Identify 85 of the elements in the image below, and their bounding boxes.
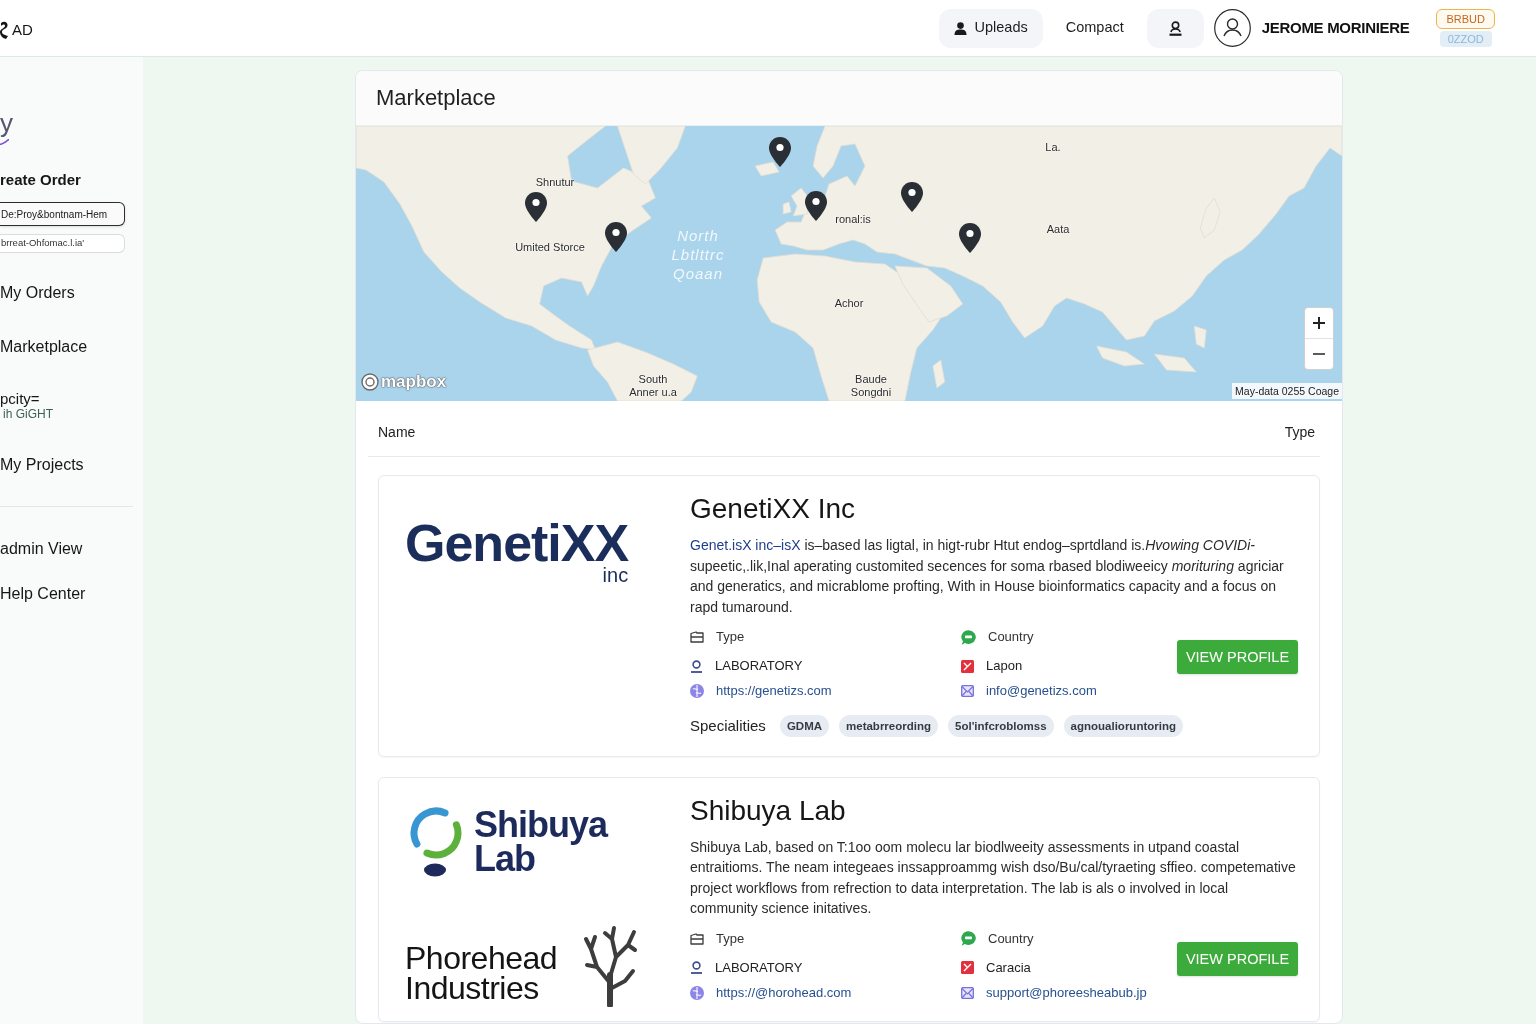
- mail-icon: [961, 685, 974, 697]
- place-label: Achor: [834, 297, 864, 310]
- plus-icon: [1313, 317, 1325, 329]
- compact-link[interactable]: Compact: [1065, 17, 1124, 39]
- country-label: Country: [988, 628, 1034, 647]
- website-link[interactable]: https://@horohead.com: [716, 982, 852, 1003]
- place-label: La.: [1045, 141, 1061, 154]
- type-value: LABORATORY: [715, 958, 803, 977]
- place-label: Baude Songdni: [850, 373, 892, 399]
- logo-text: Shibuya Lab: [474, 804, 608, 876]
- logo-icon: [0, 20, 9, 39]
- flag-icon: [961, 659, 974, 673]
- toolbar-button[interactable]: Upleads: [938, 8, 1043, 48]
- brand-name: AD: [12, 20, 33, 39]
- country-label: Country: [988, 929, 1034, 948]
- landmass: [1154, 353, 1197, 373]
- status-badge: BRBUD: [1436, 9, 1495, 29]
- column-header: Type: [1284, 423, 1315, 442]
- map-pin-icon[interactable]: [959, 223, 981, 253]
- branch-icon: [583, 924, 639, 1007]
- speciality-tag: agnoualioruntoring: [1063, 715, 1183, 738]
- card-icon: [690, 932, 704, 945]
- flag-icon: [961, 961, 974, 974]
- logo-mark-icon: [361, 373, 379, 391]
- speciality-tag: GDMA: [779, 715, 829, 738]
- speciality-tag: 5ol'infcroblomss: [948, 715, 1054, 738]
- column-header: Name: [378, 423, 416, 442]
- create-order-item[interactable]: reate Order: [0, 170, 81, 190]
- chat-bubble-icon: [961, 931, 976, 946]
- globe-icon: [690, 985, 704, 1000]
- minus-icon: [1313, 353, 1325, 355]
- swoosh-icon: [0, 139, 9, 145]
- order-option[interactable]: brreat-Ohfomac.l.ia': [0, 234, 125, 253]
- type-label: Type: [716, 628, 745, 647]
- order-option[interactable]: De:Proy&bontnam-Hem: [0, 202, 125, 226]
- specialities-label: Specialities: [690, 716, 766, 736]
- nav-item[interactable]: Marketplace: [0, 337, 88, 357]
- map-attribution: May-data 0255 Coage: [1232, 383, 1342, 399]
- type-value: LABORATORY: [715, 657, 803, 676]
- map-logo-text: mapbox: [381, 372, 447, 392]
- map-pin-icon[interactable]: [805, 191, 827, 221]
- place-label: Shnutur: [535, 176, 575, 189]
- map-pin-icon[interactable]: [605, 222, 627, 252]
- logo-text: y: [0, 108, 13, 138]
- map-pin-icon[interactable]: [901, 182, 923, 212]
- ocean-label: North Lbtlttrc Qoaan: [671, 226, 725, 283]
- location-icon: [690, 961, 703, 974]
- avatar-icon[interactable]: [1213, 9, 1251, 47]
- company-description: Genet.isX inc–isX is–based las ligtal, in higt-rubr Htut endog–sprtdland is.Hvowing COVIDi- supeetic,.lik,Inal aperating customited secences for soma rbased blodiweeicy morituring agriciar and generatics, and micrablome profting, With in House bioinformatics capacity and a focus on rapd tumaround.: [690, 536, 1285, 617]
- email-link[interactable]: support@phoreesheabub.jp: [986, 982, 1147, 1003]
- landmass: [1096, 345, 1145, 367]
- mail-icon: [961, 986, 974, 999]
- country-value: Caracia: [986, 958, 1031, 977]
- company-name: GenetiXX Inc: [690, 492, 856, 526]
- company-description: Shibuya Lab, based on T:1oo oom molecu lar biodlweeity assessments in utpand coastal entraitioms. The neam integeaes inssapproammg wish dso/Bu/cal/tyraeting sffieo. competemative project workflows from refrection to data interpretation. The lab is als o involved in local community science initatives.: [690, 837, 1297, 918]
- email-link[interactable]: info@genetizs.com: [986, 681, 1097, 701]
- map-pin-icon[interactable]: [769, 137, 791, 167]
- place-label: South Anner u.a: [629, 373, 677, 399]
- place-label: Umited Storce: [515, 241, 585, 254]
- chat-bubble-icon: [961, 629, 976, 645]
- code-badge: 0ZZOD: [1439, 31, 1492, 47]
- card-icon: [690, 631, 704, 643]
- map-pin-icon[interactable]: [525, 192, 547, 222]
- nav-item[interactable]: My Orders: [0, 283, 88, 303]
- place-label: ronal:is: [835, 213, 871, 226]
- website-link[interactable]: https://genetizs.com: [716, 681, 832, 701]
- description-link[interactable]: Genet.isX inc–isX: [690, 537, 801, 553]
- speciality-tag: metabrreording: [839, 715, 938, 738]
- nav-item[interactable]: admin View: [0, 539, 86, 559]
- profile-button[interactable]: [1146, 8, 1204, 48]
- country-value: Lapon: [986, 657, 1023, 676]
- logo-text: GenetiXX inc: [405, 517, 629, 585]
- location-icon: [690, 659, 703, 673]
- type-label: Type: [716, 929, 745, 948]
- globe-icon: [690, 684, 704, 698]
- nav-item[interactable]: My Projects: [0, 455, 88, 475]
- person-stand-icon: [1167, 20, 1183, 36]
- nav-item[interactable]: pcity= ih GiGHT: [0, 391, 88, 421]
- person-icon: [953, 21, 967, 35]
- user-name: JEROME MORINIERE: [1261, 17, 1410, 38]
- nav-item[interactable]: Help Center: [0, 584, 86, 604]
- panel-title: Marketplace: [376, 84, 496, 112]
- place-label: Aata: [1046, 223, 1070, 236]
- company-name: Shibuya Lab: [690, 793, 847, 828]
- logo-text: Phorehead Industries: [405, 942, 558, 1007]
